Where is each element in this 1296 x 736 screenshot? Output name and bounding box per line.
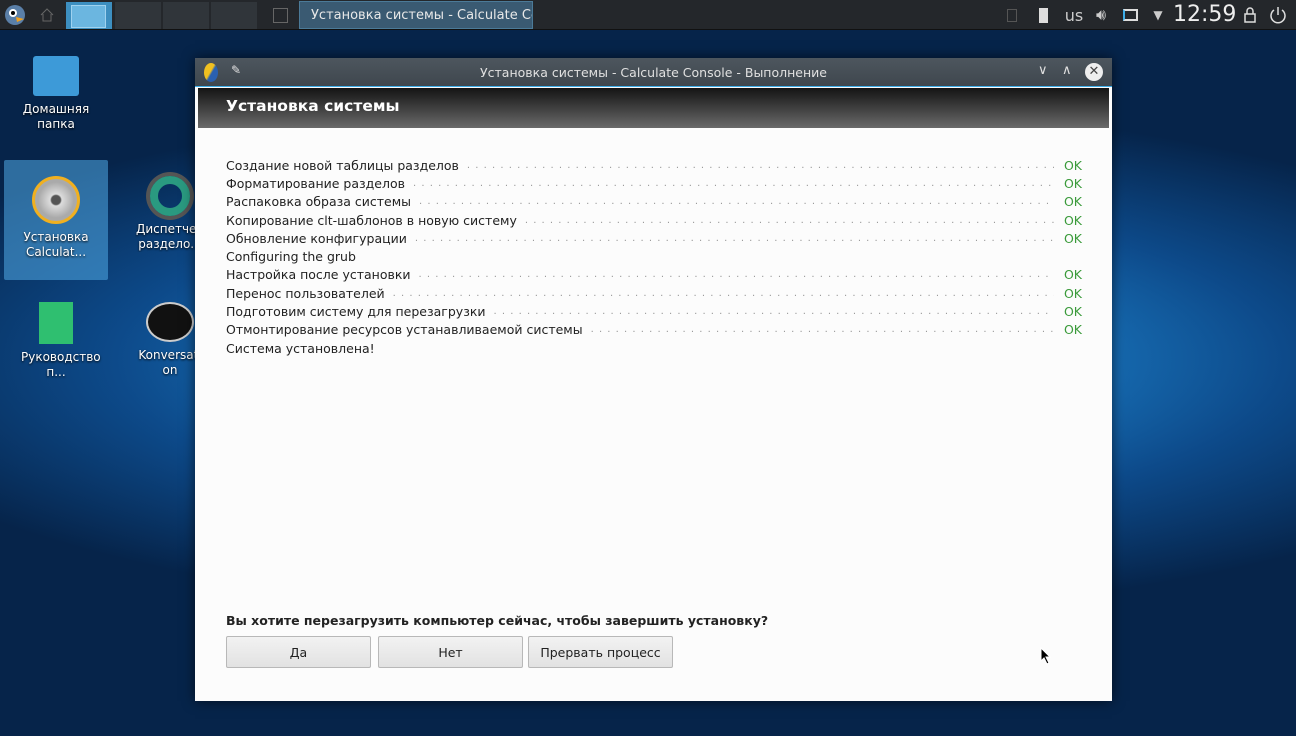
taskbar: Установка системы - Calculate Console us… [0,0,1296,30]
yes-button[interactable]: Да [226,636,371,668]
minimize-button[interactable]: ∨ [1038,63,1048,78]
step-row: Обновление конфигурации . . . . . . . . .… [226,229,1082,247]
install-window: ✎ Установка системы - Calculate Console … [195,58,1112,701]
usb-device-icon[interactable] [1036,3,1050,27]
konversation-icon [146,302,194,342]
step-status: OK [1063,285,1082,301]
no-button[interactable]: Нет [378,636,523,668]
step-row: Создание новой таблицы разделов . . . . .… [226,156,1082,174]
desktop-icon-install[interactable]: Установка Calculat... [4,160,108,280]
leader-dots: . . . . . . . . . . . . . . . . . . . . … [413,177,1054,189]
step-row: Форматирование разделов . . . . . . . . .… [226,174,1082,192]
step-status: OK [1063,194,1082,210]
home-icon[interactable] [36,3,58,27]
step-row: Подготовим систему для перезагрузки . . .… [226,302,1082,320]
step-row: Система установлена! [226,339,1082,357]
desktop-pager-1[interactable] [66,2,112,29]
leader-dots: . . . . . . . . . . . . . . . . . . . . … [419,196,1054,208]
volume-icon[interactable]: 🔊︎ [1092,3,1110,27]
partition-manager-icon [150,176,190,216]
app-menu-icon[interactable] [3,3,27,27]
step-text: Подготовим систему для перезагрузки [226,304,486,320]
mouse-cursor-icon [1040,647,1052,665]
step-status: OK [1063,322,1082,338]
keyboard-layout[interactable]: us [1062,3,1086,27]
desktop-pager-2[interactable] [115,2,161,29]
step-text: Отмонтирование ресурсов устанавливаемой … [226,322,583,338]
step-row: Копирование clt-шаблонов в новую систему… [226,211,1082,229]
maximize-button[interactable]: ∧ [1062,63,1072,78]
desktop-pager-3[interactable] [163,2,209,29]
step-list: Создание новой таблицы разделов . . . . .… [226,156,1082,357]
step-text: Создание новой таблицы разделов [226,157,459,173]
step-status: OK [1063,267,1082,283]
step-status: OK [1063,212,1082,228]
step-row: Отмонтирование ресурсов устанавливаемой … [226,321,1082,339]
step-text: Обновление конфигурации [226,230,407,246]
step-status: OK [1063,230,1082,246]
leader-dots: . . . . . . . . . . . . . . . . . . . . … [493,306,1054,318]
desktop-icon-label: Домашняя папка [22,102,90,131]
desktop-pager-4[interactable] [211,2,257,29]
guide-icon [39,302,73,344]
step-text: Перенос пользователей [226,285,385,301]
step-status: OK [1063,304,1082,320]
leader-dots: . . . . . . . . . . . . . . . . . . . . … [418,269,1054,281]
network-icon[interactable] [1120,3,1140,27]
leader-dots: . . . . . . . . . . . . . . . . . . . . … [590,324,1054,336]
desktop-icon-label: Руководство п... [21,350,101,379]
step-row: Перенос пользователей . . . . . . . . . .… [226,284,1082,302]
desktop-icon-label: Установка Calculat... [23,230,89,259]
leader-dots: . . . . . . . . . . . . . . . . . . . . … [392,287,1054,299]
calculate-install-icon [32,176,80,224]
abort-button[interactable]: Прервать процесс [528,636,673,668]
leader-dots: . . . . . . . . . . . . . . . . . . . . … [466,159,1054,171]
reboot-question: Вы хотите перезагрузить компьютер сейчас… [226,613,769,628]
desktop-icon-home[interactable]: Домашняя папка [4,54,108,132]
window-title: Установка системы - Calculate Console - … [480,65,827,80]
tray-expand-icon[interactable]: ▼ [1150,3,1166,27]
show-desktop-icon[interactable] [270,3,290,27]
power-icon[interactable] [1268,3,1288,27]
trash-icon[interactable] [1004,3,1020,27]
leader-dots: . . . . . . . . . . . . . . . . . . . . … [414,232,1054,244]
lock-icon[interactable] [1242,3,1258,27]
task-title: Установка системы - Calculate Console [311,7,532,23]
step-text: Система установлена! [226,340,375,356]
clock[interactable]: 12:59 [1173,2,1236,27]
desktop-icon-guide[interactable]: Руководство п... [4,302,108,380]
home-folder-icon [33,56,79,96]
taskbar-task-install[interactable]: Установка системы - Calculate Console [299,1,533,29]
step-text: Распаковка образа системы [226,194,412,210]
step-text: Настройка после установки [226,267,411,283]
close-button[interactable]: ✕ [1085,63,1103,81]
step-text: Форматирование разделов [226,175,405,191]
step-row: Распаковка образа системы . . . . . . . .… [226,193,1082,211]
step-row: Настройка после установки . . . . . . . .… [226,266,1082,284]
step-row: Configuring the grub [226,247,1082,265]
leader-dots: . . . . . . . . . . . . . . . . . . . . … [524,214,1054,226]
window-titlebar[interactable]: ✎ Установка системы - Calculate Console … [195,58,1112,87]
step-status: OK [1063,175,1082,191]
step-text: Configuring the grub [226,249,356,265]
step-status: OK [1063,157,1082,173]
step-text: Копирование clt-шаблонов в новую систему [226,212,517,228]
page-title: Установка системы [198,88,1109,128]
